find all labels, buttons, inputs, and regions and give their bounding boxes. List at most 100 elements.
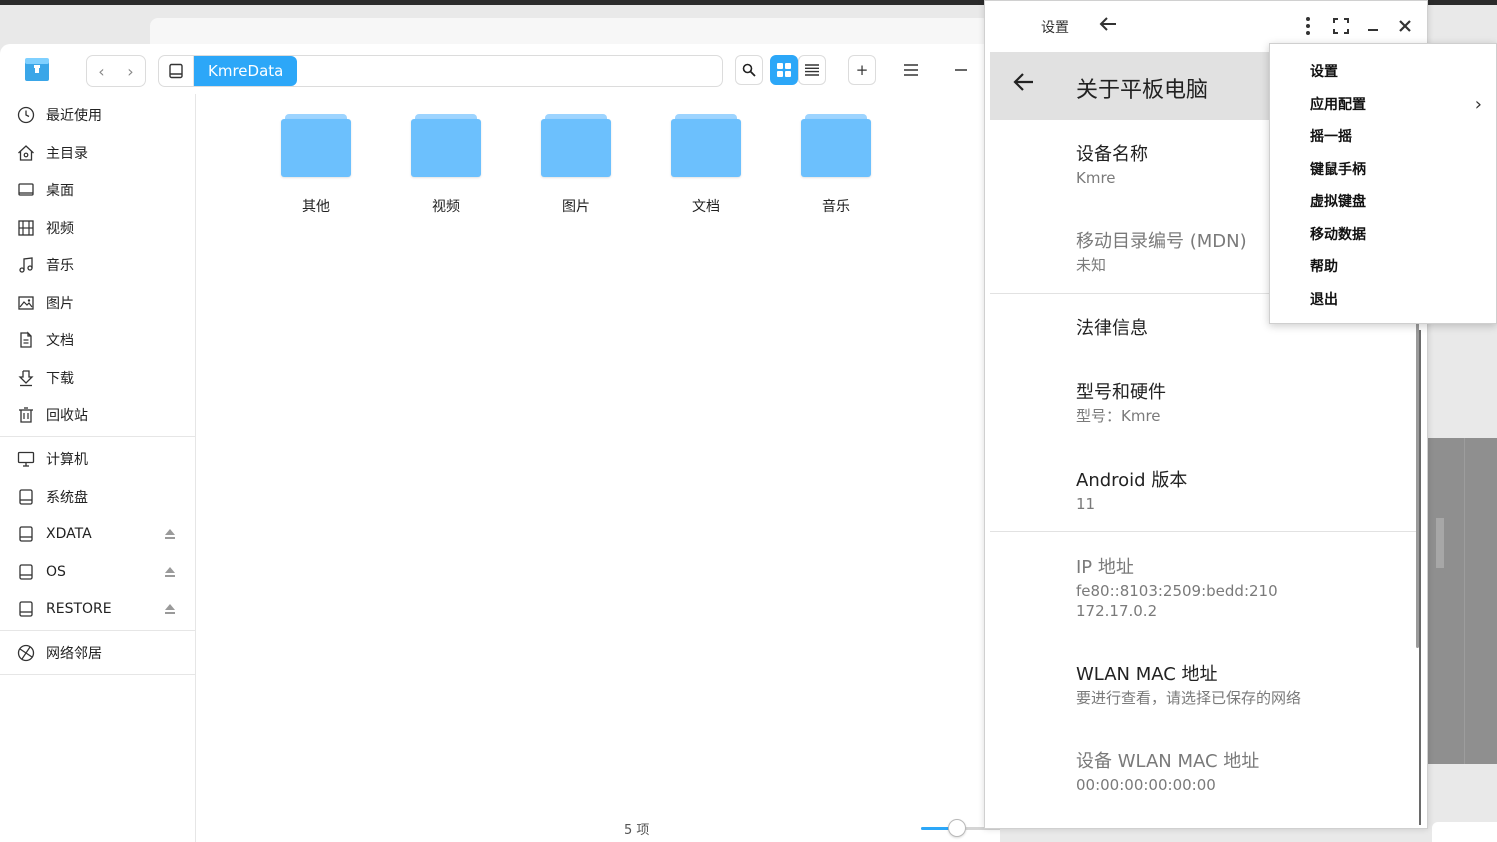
sidebar-item-network[interactable]: 网络邻居 — [0, 635, 195, 671]
disk-icon[interactable] — [159, 56, 194, 86]
sidebar-item-home[interactable]: 主目录 — [0, 135, 195, 171]
pref-ip-address[interactable]: IP 地址 fe80::8103:2509:bedd:210 172.17.0.… — [1076, 553, 1278, 621]
sidebar-item-os[interactable]: OS — [0, 554, 195, 590]
folder-icon — [411, 114, 481, 177]
folder-icon — [671, 114, 741, 177]
sidebar-item-xdata[interactable]: XDATA — [0, 516, 195, 552]
page-title: 关于平板电脑 — [1076, 78, 1209, 103]
appbar-back-button[interactable] — [1012, 70, 1034, 98]
home-icon — [16, 143, 36, 163]
pref-device-name[interactable]: 设备名称 Kmre — [1076, 140, 1148, 188]
menu-item-shake[interactable]: 摇一摇 — [1310, 126, 1490, 156]
sidebar-item-restore[interactable]: RESTORE — [0, 591, 195, 627]
background-window — [150, 18, 990, 46]
sidebar-divider — [0, 674, 195, 675]
sidebar-item-documents[interactable]: 文档 — [0, 322, 195, 358]
eject-icon[interactable] — [165, 604, 175, 614]
eject-icon[interactable] — [165, 567, 175, 577]
trash-icon — [16, 405, 36, 425]
list-view-button[interactable] — [798, 55, 826, 85]
music-icon — [16, 255, 36, 275]
sidebar-item-desktop[interactable]: 桌面 — [0, 172, 195, 208]
sidebar-item-videos[interactable]: 视频 — [0, 210, 195, 246]
disk-icon — [16, 524, 36, 544]
zoom-slider-handle[interactable] — [948, 819, 967, 837]
sidebar-item-music[interactable]: 音乐 — [0, 247, 195, 283]
menu-item-app-config[interactable]: 应用配置 › — [1310, 94, 1490, 124]
sidebar-item-system-disk[interactable]: 系统盘 — [0, 479, 195, 515]
disk-icon — [16, 599, 36, 619]
menu-item-keymouse-gamepad[interactable]: 键鼠手柄 — [1310, 159, 1490, 189]
close-button[interactable] — [1395, 14, 1415, 38]
image-icon — [16, 293, 36, 313]
minimize-button[interactable] — [947, 55, 975, 85]
pref-android-version[interactable]: Android 版本 11 — [1076, 466, 1187, 514]
eject-icon[interactable] — [165, 529, 175, 539]
menu-item-settings[interactable]: 设置 — [1310, 61, 1490, 91]
document-icon — [16, 330, 36, 350]
arrow-left-icon — [1013, 73, 1033, 91]
sidebar-item-trash[interactable]: 回收站 — [0, 397, 195, 433]
window-edge — [1419, 330, 1421, 825]
more-options-button[interactable] — [1298, 14, 1318, 38]
folder-item[interactable]: 音乐 — [791, 114, 881, 216]
pref-mdn[interactable]: 移动目录编号 (MDN) 未知 — [1076, 227, 1247, 275]
new-tab-button[interactable]: + — [848, 55, 876, 85]
pref-model-hardware[interactable]: 型号和硬件 型号：Kmre — [1076, 378, 1166, 426]
list-divider — [990, 531, 1420, 532]
minimize-icon — [955, 69, 967, 71]
chevron-left-icon: ‹ — [98, 61, 105, 81]
minimize-button[interactable] — [1363, 14, 1383, 38]
pref-device-wlan-mac[interactable]: 设备 WLAN MAC 地址 00:00:00:00:00:00 — [1076, 747, 1259, 795]
folder-icon — [281, 114, 351, 177]
chevron-right-icon: › — [1474, 94, 1482, 115]
computer-icon — [16, 449, 36, 469]
navigation-buttons: ‹ › — [86, 55, 146, 87]
sidebar-divider — [0, 630, 195, 631]
folder-item[interactable]: 视频 — [401, 114, 491, 216]
sidebar-item-downloads[interactable]: 下载 — [0, 360, 195, 396]
list-view-icon — [805, 64, 819, 76]
network-icon — [16, 643, 36, 663]
menu-item-virtual-keyboard[interactable]: 虚拟键盘 — [1310, 191, 1490, 221]
folder-item[interactable]: 文档 — [661, 114, 751, 216]
breadcrumb-current[interactable]: KmreData — [194, 56, 298, 86]
background-window-partial — [1428, 438, 1497, 764]
icon-view-button[interactable] — [770, 55, 798, 85]
folder-item[interactable]: 其他 — [271, 114, 361, 216]
plus-icon: + — [855, 61, 869, 79]
back-button[interactable]: ‹ — [87, 56, 116, 86]
arrow-left-icon — [1099, 17, 1116, 31]
menu-item-help[interactable]: 帮助 — [1310, 256, 1490, 286]
titlebar-back-button[interactable] — [1099, 16, 1117, 37]
close-icon — [1399, 20, 1411, 32]
sidebar-item-pictures[interactable]: 图片 — [0, 285, 195, 321]
menu-button[interactable] — [897, 55, 925, 85]
sidebar: 最近使用 主目录 桌面 视频 音乐 图片 文档 下载 回收站 计算机 系统盘 X… — [0, 94, 196, 842]
menu-item-quit[interactable]: 退出 — [1310, 289, 1490, 319]
minimize-icon — [1368, 29, 1378, 31]
sidebar-item-recent[interactable]: 最近使用 — [0, 97, 195, 133]
fullscreen-button[interactable] — [1331, 14, 1351, 38]
disk-icon — [16, 562, 36, 582]
item-count: 5 项 — [624, 823, 650, 838]
sidebar-item-computer[interactable]: 计算机 — [0, 441, 195, 477]
fullscreen-icon — [1333, 18, 1349, 34]
menu-item-mobile-data[interactable]: 移动数据 — [1310, 224, 1490, 254]
folder-icon — [801, 114, 871, 177]
window-title: 设置 — [1041, 20, 1069, 36]
forward-button[interactable]: › — [116, 56, 145, 86]
file-manager-toolbar: ‹ › KmreData + — [0, 44, 1000, 94]
video-icon — [16, 218, 36, 238]
desktop-icon — [16, 180, 36, 200]
pref-wlan-mac[interactable]: WLAN MAC 地址 要进行查看，请选择已保存的网络 — [1076, 660, 1301, 708]
overflow-menu: 设置 应用配置 › 摇一摇 键鼠手柄 虚拟键盘 移动数据 帮助 退出 — [1269, 43, 1497, 324]
file-view: 其他 视频 图片 文档 音乐 5 项 — [196, 94, 1000, 842]
path-bar[interactable]: KmreData — [158, 55, 723, 87]
pref-legal-info[interactable]: 法律信息 — [1076, 314, 1148, 340]
folder-item[interactable]: 图片 — [531, 114, 621, 216]
search-button[interactable] — [735, 55, 763, 85]
background-window-corner — [1432, 822, 1497, 842]
search-icon — [742, 63, 756, 77]
grid-view-icon — [777, 63, 791, 77]
